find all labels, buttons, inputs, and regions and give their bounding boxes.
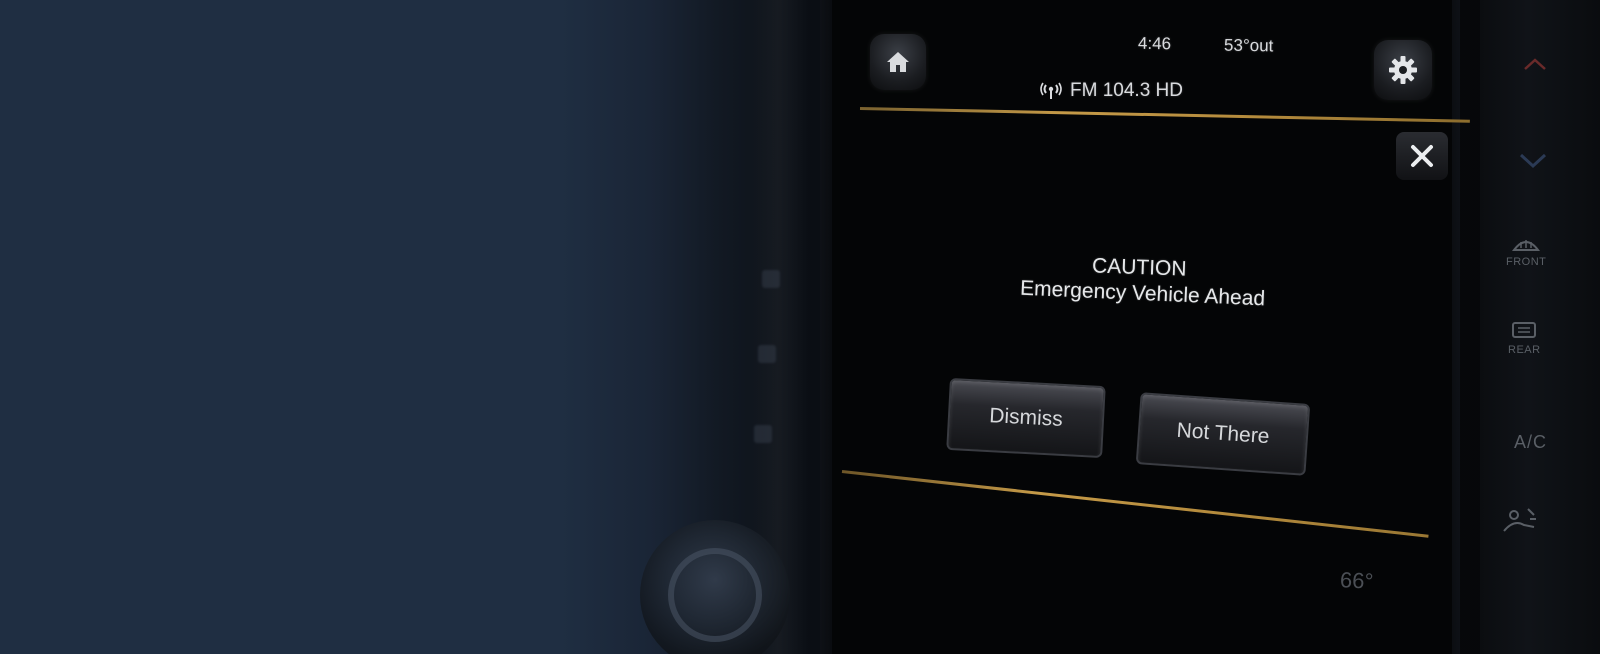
radio-source[interactable]: FM 104.3 HD	[1040, 80, 1183, 102]
bezel-button-2[interactable]	[758, 345, 776, 363]
fan-mode-button[interactable]	[1500, 505, 1540, 535]
close-alert-button[interactable]	[1396, 132, 1448, 180]
radio-station-label: FM 104.3 HD	[1070, 80, 1183, 101]
rear-defrost-icon	[1512, 322, 1537, 338]
volume-knob-ring	[668, 548, 762, 642]
rear-defrost-button[interactable]: REAR	[1508, 320, 1541, 356]
chevron-up-icon	[1524, 58, 1546, 70]
outside-temp: 53°out	[1223, 35, 1274, 56]
home-button[interactable]	[870, 34, 926, 90]
not-there-button[interactable]: Not There	[1135, 392, 1311, 476]
front-defrost-button[interactable]: FRONT	[1506, 232, 1546, 268]
dismiss-button[interactable]: Dismiss	[946, 377, 1106, 459]
bezel-button-1[interactable]	[762, 270, 780, 288]
ac-button[interactable]: A/C	[1514, 432, 1547, 453]
bezel-button-3[interactable]	[754, 425, 772, 443]
fan-icon	[1503, 508, 1536, 532]
front-defrost-label: FRONT	[1506, 256, 1547, 268]
chevron-down-icon	[1519, 153, 1547, 169]
cabin-temp: 66°	[1339, 567, 1374, 594]
front-defrost-icon	[1512, 240, 1541, 251]
close-icon	[1411, 145, 1433, 167]
temp-down-button[interactable]	[1518, 152, 1548, 170]
radio-signal-icon	[1040, 82, 1062, 99]
settings-button[interactable]	[1374, 40, 1432, 100]
rear-defrost-label: REAR	[1508, 344, 1541, 356]
gear-icon	[1389, 56, 1417, 84]
alert-title: CAUTION	[1091, 254, 1187, 281]
clock-time: 4:46	[1137, 33, 1172, 54]
home-icon	[887, 52, 909, 72]
temp-up-button[interactable]	[1522, 56, 1548, 72]
